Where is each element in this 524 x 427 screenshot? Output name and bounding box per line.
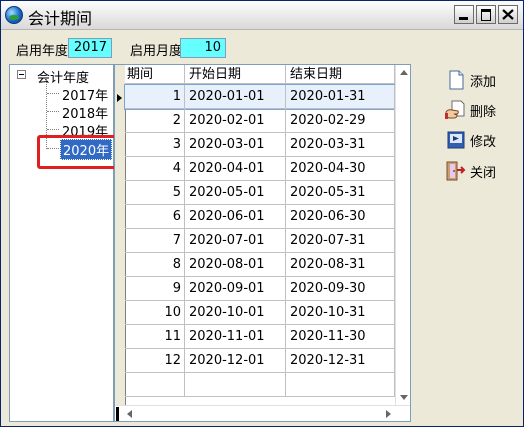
cell-period[interactable]: 9 [125, 277, 185, 301]
scroll-down-icon[interactable] [400, 395, 408, 400]
window-title: 会计期间 [28, 9, 93, 28]
cell-end-date[interactable]: 2020-07-31 [286, 229, 395, 253]
cell-empty[interactable] [286, 373, 395, 397]
cell-period[interactable]: 2 [125, 109, 185, 133]
globe-icon [5, 6, 23, 24]
vertical-scrollbar[interactable] [395, 65, 410, 405]
accounting-period-window: 会计期间 启用年度 2017 启用月度 10 会计年度 2017年 2018年 … [0, 0, 524, 427]
cell-end-date[interactable]: 2020-09-30 [286, 277, 395, 301]
cell-period[interactable]: 8 [125, 253, 185, 277]
close-button[interactable]: 关闭 [445, 159, 505, 183]
edit-button-label: 修改 [470, 135, 497, 150]
cell-start-date[interactable]: 2020-02-01 [185, 109, 286, 133]
table-row[interactable]: 9 2020-09-01 2020-09-30 [125, 277, 395, 301]
cell-period[interactable]: 3 [125, 133, 185, 157]
cell-empty[interactable] [185, 373, 286, 397]
cell-end-date[interactable]: 2020-04-30 [286, 157, 395, 181]
edit-button[interactable]: 修改 [445, 128, 505, 152]
cell-end-date[interactable]: 2020-12-31 [286, 349, 395, 373]
cell-end-date[interactable]: 2020-01-31 [286, 85, 395, 109]
cell-empty[interactable] [125, 373, 185, 397]
cell-start-date[interactable]: 2020-06-01 [185, 205, 286, 229]
table-row[interactable]: 12 2020-12-01 2020-12-31 [125, 349, 395, 373]
add-button[interactable]: 添加 [445, 68, 505, 92]
cell-period[interactable]: 11 [125, 325, 185, 349]
header-start-date[interactable]: 开始日期 [185, 65, 286, 84]
cell-period[interactable]: 7 [125, 229, 185, 253]
cell-start-date[interactable]: 2020-12-01 [185, 349, 286, 373]
tree-connector [47, 129, 59, 130]
scroll-left-icon[interactable] [127, 410, 132, 418]
start-month-field[interactable]: 10 [180, 38, 226, 58]
table-row[interactable]: 3 2020-03-01 2020-03-31 [125, 133, 395, 157]
table-row[interactable]: 1 2020-01-01 2020-01-31 [124, 84, 396, 110]
table-row[interactable]: 5 2020-05-01 2020-05-31 [125, 181, 395, 205]
table-row[interactable]: 10 2020-10-01 2020-10-31 [125, 301, 395, 325]
cell-end-date[interactable]: 2020-10-31 [286, 301, 395, 325]
cell-period[interactable]: 6 [125, 205, 185, 229]
scroll-right-icon[interactable] [386, 410, 391, 418]
tree-item-2017[interactable]: 2017年 [60, 85, 110, 104]
maximize-button[interactable] [476, 5, 496, 24]
horizontal-scrollbar[interactable] [115, 405, 410, 421]
delete-button-label: 删除 [470, 105, 497, 120]
tree-item-2018[interactable]: 2018年 [60, 103, 110, 122]
new-document-icon [449, 70, 464, 90]
scroll-thumb[interactable] [116, 407, 119, 421]
cell-period[interactable]: 12 [125, 349, 185, 373]
cell-start-date[interactable]: 2020-03-01 [185, 133, 286, 157]
cell-start-date[interactable]: 2020-10-01 [185, 301, 286, 325]
delete-hand-icon [445, 100, 465, 119]
close-window-button[interactable] [498, 5, 518, 24]
cell-end-date[interactable]: 2020-05-31 [286, 181, 395, 205]
current-row-icon [117, 94, 122, 102]
cell-start-date[interactable]: 2020-11-01 [185, 325, 286, 349]
cell-start-date[interactable]: 2020-01-01 [185, 85, 286, 109]
close-button-label: 关闭 [470, 166, 497, 181]
start-year-field[interactable]: 2017 [68, 38, 112, 58]
tree-connector [47, 93, 59, 94]
delete-button[interactable]: 删除 [445, 98, 505, 122]
table-row[interactable]: 8 2020-08-01 2020-08-31 [125, 253, 395, 277]
header-end-date[interactable]: 结束日期 [286, 65, 395, 84]
cell-end-date[interactable]: 2020-03-31 [286, 133, 395, 157]
table-row[interactable]: 11 2020-11-01 2020-11-30 [125, 325, 395, 349]
minimize-button[interactable] [454, 5, 474, 24]
header-period[interactable]: 期间 [125, 65, 185, 84]
exit-door-icon [446, 161, 466, 181]
cell-end-date[interactable]: 2020-06-30 [286, 205, 395, 229]
cell-period[interactable]: 10 [125, 301, 185, 325]
tree-connector [47, 111, 59, 112]
cell-start-date[interactable]: 2020-04-01 [185, 157, 286, 181]
cell-end-date[interactable]: 2020-02-29 [286, 109, 395, 133]
cell-start-date[interactable]: 2020-08-01 [185, 253, 286, 277]
period-grid[interactable]: 期间 开始日期 结束日期 1 2020-01-01 2020-01-31 2 2… [114, 64, 411, 422]
scroll-up-icon[interactable] [400, 70, 408, 75]
edit-icon [447, 131, 465, 149]
cell-start-date[interactable]: 2020-07-01 [185, 229, 286, 253]
start-year-label: 启用年度 [16, 44, 69, 59]
cell-period[interactable]: 4 [125, 157, 185, 181]
cell-start-date[interactable]: 2020-09-01 [185, 277, 286, 301]
table-row[interactable]: 4 2020-04-01 2020-04-30 [125, 157, 395, 181]
title-bar[interactable]: 会计期间 [1, 1, 523, 30]
add-button-label: 添加 [470, 75, 497, 90]
cell-period[interactable]: 5 [125, 181, 185, 205]
cell-period[interactable]: 1 [125, 85, 185, 109]
highlight-box [37, 135, 126, 169]
fiscal-year-tree[interactable]: 会计年度 2017年 2018年 2019年 2020年 [9, 64, 114, 422]
close-icon [502, 9, 514, 20]
table-row[interactable]: 7 2020-07-01 2020-07-31 [125, 229, 395, 253]
tree-root[interactable]: 会计年度 [37, 67, 89, 86]
table-row-empty[interactable] [125, 373, 395, 397]
cell-end-date[interactable]: 2020-11-30 [286, 325, 395, 349]
collapse-toggle-icon[interactable] [17, 70, 26, 79]
start-month-label: 启用月度 [130, 44, 183, 59]
table-row[interactable]: 2 2020-02-01 2020-02-29 [125, 109, 395, 133]
cell-start-date[interactable]: 2020-05-01 [185, 181, 286, 205]
cell-end-date[interactable]: 2020-08-31 [286, 253, 395, 277]
table-row[interactable]: 6 2020-06-01 2020-06-30 [125, 205, 395, 229]
